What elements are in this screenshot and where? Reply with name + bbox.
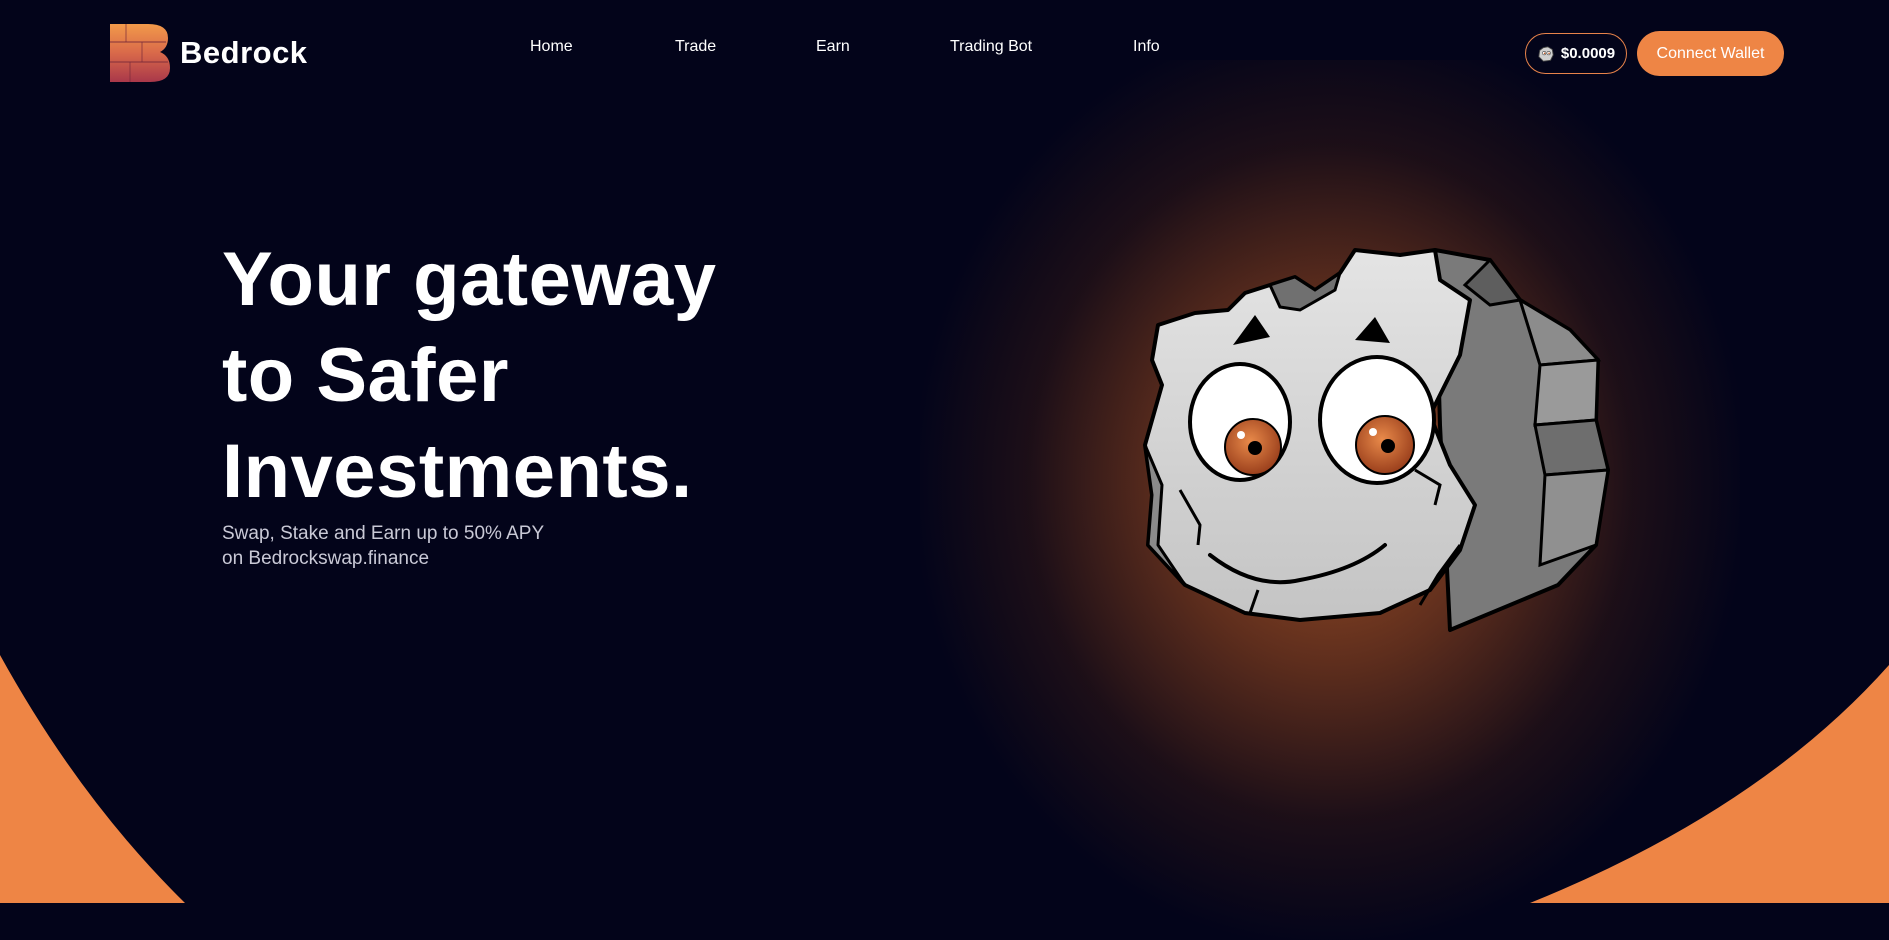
nav-earn[interactable]: Earn xyxy=(816,38,850,56)
hero-subtitle-line-2: on Bedrockswap.finance xyxy=(222,548,430,569)
brand-logo[interactable]: Bedrock xyxy=(108,22,308,84)
rock-token-icon xyxy=(1538,45,1554,62)
hero-title-line-1: Your gateway xyxy=(222,237,717,322)
top-navbar: Bedrock Home Trade Earn Trading Bot Info… xyxy=(0,0,1889,100)
rock-mascot-illustration xyxy=(1143,248,1610,632)
nav-trade[interactable]: Trade xyxy=(675,38,716,56)
hero-title-line-3: Investments. xyxy=(222,429,693,514)
bedrock-logo-icon xyxy=(110,24,170,82)
nav-trading-bot[interactable]: Trading Bot xyxy=(950,38,1032,56)
nav-info[interactable]: Info xyxy=(1133,38,1160,56)
connect-wallet-button[interactable]: Connect Wallet xyxy=(1637,31,1784,76)
brand-name: Bedrock xyxy=(180,35,308,70)
token-price-button[interactable]: $0.0009 xyxy=(1525,33,1627,74)
hero-subtitle-line-1: Swap, Stake and Earn up to 50% APY xyxy=(222,523,545,544)
hero-subtitle: Swap, Stake and Earn up to 50% APY on Be… xyxy=(222,521,544,571)
token-price: $0.0009 xyxy=(1560,45,1616,62)
hero-title: Your gateway to Safer Investments. xyxy=(222,232,717,520)
hero-title-line-2: to Safer xyxy=(222,333,509,418)
nav-home[interactable]: Home xyxy=(530,38,573,56)
